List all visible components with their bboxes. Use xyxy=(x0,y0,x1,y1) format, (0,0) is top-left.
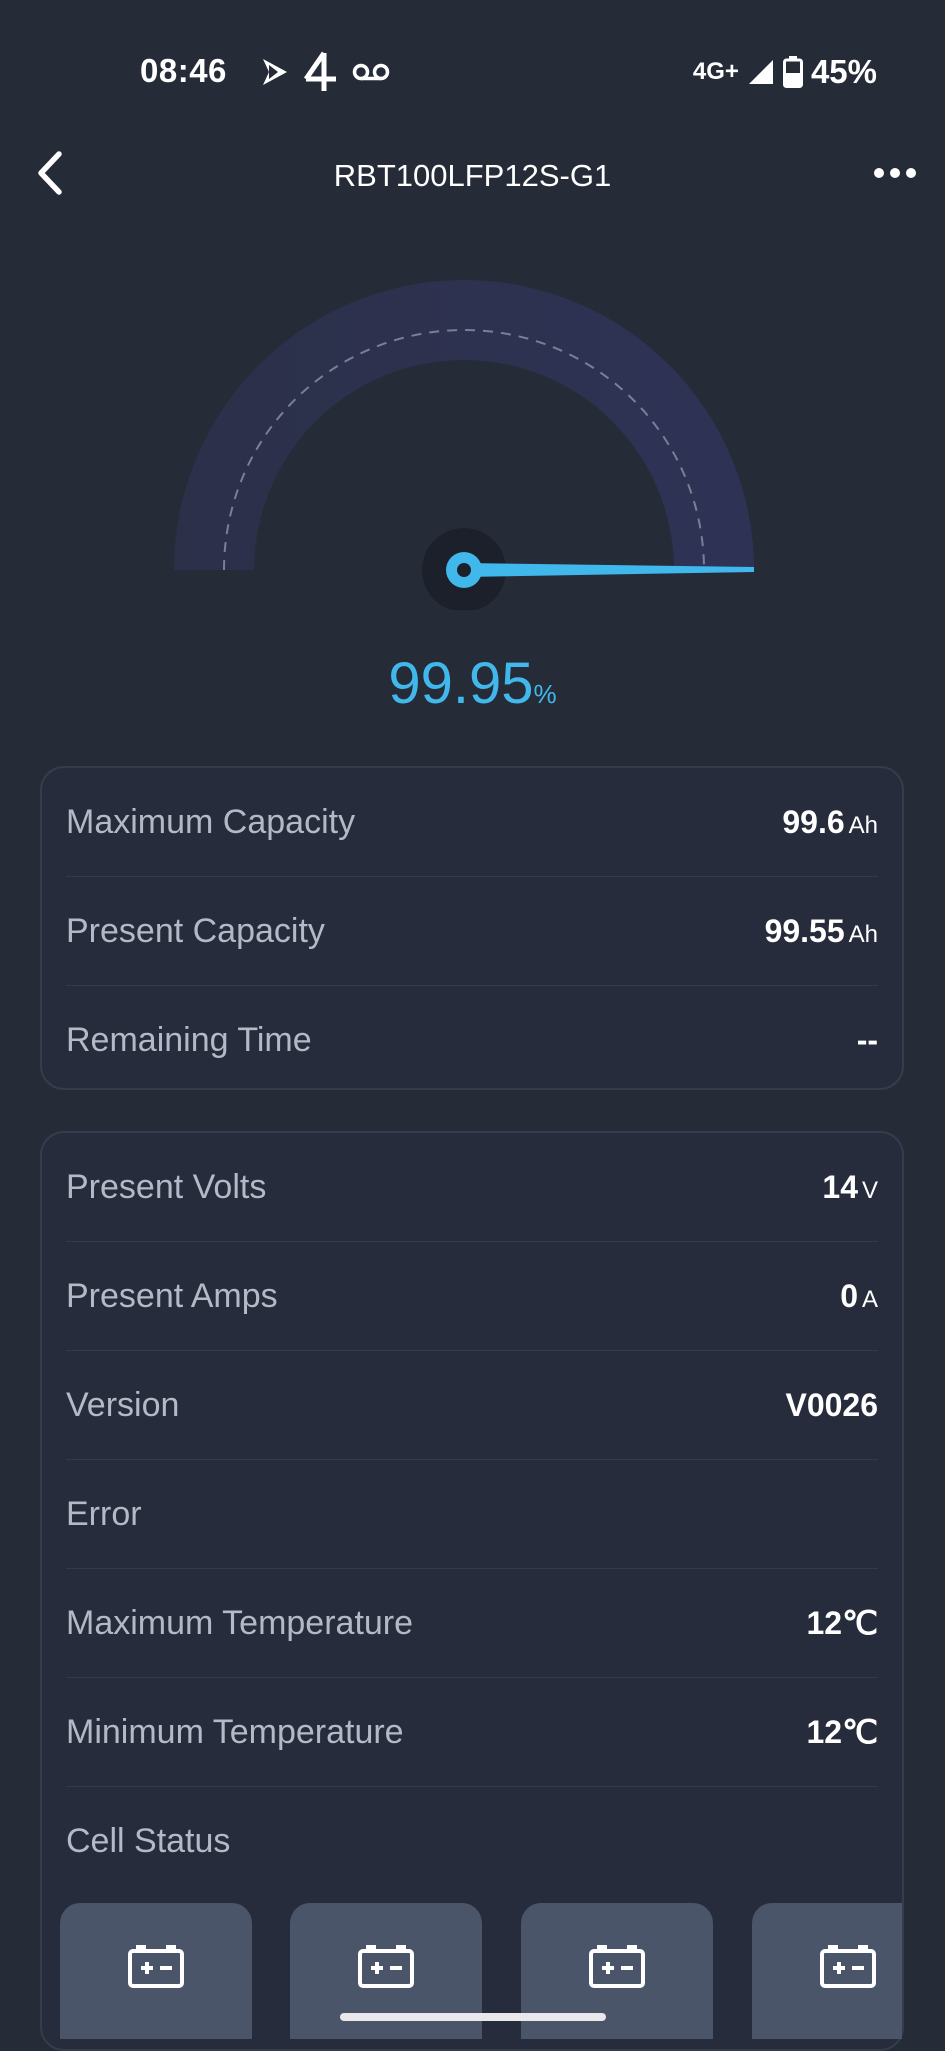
device-title: RBT100LFP12S-G1 xyxy=(333,158,612,193)
charge-percentage: 99.95% xyxy=(0,650,945,717)
signal-icon xyxy=(748,60,773,84)
cell-tile[interactable] xyxy=(60,1903,252,2039)
value-number: -- xyxy=(856,1021,878,1058)
row-label: Version xyxy=(66,1385,180,1424)
value-number: 12℃ xyxy=(806,1605,878,1641)
value-unit: A xyxy=(861,1285,878,1313)
more-dots-icon xyxy=(874,168,916,178)
row-value: 12℃ xyxy=(806,1604,878,1642)
channel4-icon xyxy=(303,51,336,91)
capacity-card: Maximum Capacity 99.6 Ah Present Capacit… xyxy=(40,766,904,1090)
gesture-nav-handle[interactable] xyxy=(340,2013,606,2021)
detail-row-amps: Present Amps 0 A xyxy=(66,1242,878,1351)
value-unit: Ah xyxy=(848,920,878,948)
system-status: 4G+ 45% xyxy=(693,50,877,94)
detail-row-max-temperature: Maximum Temperature 12℃ xyxy=(66,1569,878,1678)
app-header: RBT100LFP12S-G1 xyxy=(0,130,945,220)
charge-value: 99.95 xyxy=(388,651,534,716)
battery-percentage: 45% xyxy=(810,53,877,90)
more-options-button[interactable] xyxy=(865,145,925,201)
row-label: Minimum Temperature xyxy=(66,1712,404,1751)
row-value: 0 A xyxy=(840,1278,878,1315)
value-number: 14 xyxy=(822,1168,858,1205)
detail-row-volts: Present Volts 14 V xyxy=(66,1133,878,1242)
status-bar: 08:46 4G+ 45% xyxy=(0,0,945,150)
battery-cell-icon xyxy=(358,1945,414,1988)
details-card: Present Volts 14 V Present Amps 0 A Vers… xyxy=(40,1131,904,2051)
value-unit: V xyxy=(861,1176,878,1204)
value-number: 12℃ xyxy=(806,1714,878,1750)
battery-cell-icon xyxy=(128,1945,184,1988)
row-value: -- xyxy=(857,1022,878,1059)
row-label: Maximum Temperature xyxy=(66,1603,414,1642)
capacity-row-maximum: Maximum Capacity 99.6 Ah xyxy=(66,768,878,877)
notification-icons xyxy=(258,50,390,94)
row-label: Present Amps xyxy=(66,1276,278,1315)
row-label: Present Capacity xyxy=(66,911,325,950)
row-value: 99.55 Ah xyxy=(765,913,878,950)
row-value: V0026 xyxy=(785,1387,878,1424)
detail-row-error: Error xyxy=(66,1460,878,1569)
value-number: 99.55 xyxy=(764,912,845,949)
cell-status-heading-row: Cell Status xyxy=(66,1787,878,1895)
row-label: Remaining Time xyxy=(66,1020,312,1059)
value-number: V0026 xyxy=(785,1386,878,1423)
charge-unit: % xyxy=(533,679,557,709)
detail-row-version: Version V0026 xyxy=(66,1351,878,1460)
charge-gauge xyxy=(174,280,754,610)
row-value: 12℃ xyxy=(806,1713,878,1751)
play-icon xyxy=(263,59,287,85)
row-value: 14 V xyxy=(822,1169,878,1206)
row-label: Error xyxy=(66,1494,142,1533)
network-type: 4G+ xyxy=(692,58,739,85)
value-unit: Ah xyxy=(848,811,878,839)
detail-row-min-temperature: Minimum Temperature 12℃ xyxy=(66,1678,878,1787)
row-label: Maximum Capacity xyxy=(66,802,356,841)
gauge-track xyxy=(174,280,754,570)
cell-status-label: Cell Status xyxy=(66,1821,231,1860)
voicemail-icon xyxy=(352,63,390,81)
value-number: 0 xyxy=(840,1277,858,1314)
cell-tile[interactable] xyxy=(752,1903,902,2039)
status-time: 08:46 xyxy=(140,52,227,89)
capacity-row-remaining-time: Remaining Time -- xyxy=(66,986,878,1094)
battery-icon xyxy=(782,56,803,88)
capacity-row-present: Present Capacity 99.55 Ah xyxy=(66,877,878,986)
battery-cell-icon xyxy=(589,1945,645,1988)
value-number: 99.6 xyxy=(782,803,845,840)
gauge-hub-center xyxy=(457,563,471,577)
row-value: 99.6 Ah xyxy=(782,804,878,841)
battery-cell-icon xyxy=(820,1945,876,1988)
row-label: Present Volts xyxy=(66,1167,267,1206)
